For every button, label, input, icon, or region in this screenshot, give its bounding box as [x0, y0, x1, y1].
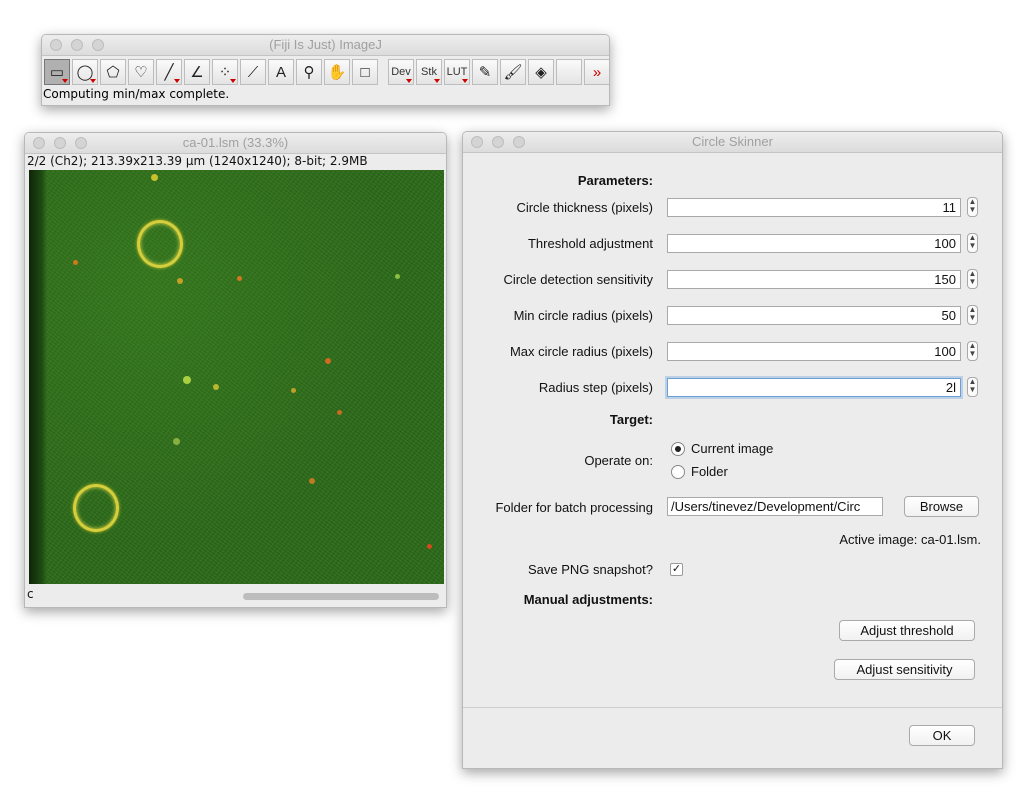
browse-button[interactable]: Browse: [904, 496, 979, 517]
adjust-threshold-button[interactable]: Adjust threshold: [839, 620, 975, 641]
detection-sensitivity-stepper[interactable]: ▲ ▼: [967, 269, 978, 289]
dialog-titlebar[interactable]: Circle Skinner: [463, 132, 1002, 153]
color-picker-icon[interactable]: □: [352, 59, 378, 85]
cell-spot: [213, 384, 219, 390]
flood-fill-icon[interactable]: ◈: [528, 59, 554, 85]
cell-spot: [325, 358, 331, 364]
angle-tool-icon[interactable]: ∠: [184, 59, 210, 85]
circle-thickness-label: Circle thickness (pixels): [516, 200, 653, 215]
cell-spot: [177, 278, 183, 284]
blank-tool-slot[interactable]: [556, 59, 582, 85]
freehand-tool-icon[interactable]: ♡: [128, 59, 154, 85]
zoom-window-button[interactable]: [75, 137, 87, 149]
window-controls: [33, 137, 87, 149]
close-window-button[interactable]: [50, 39, 62, 51]
channel-label: c: [27, 587, 34, 601]
max-radius-field[interactable]: 100: [667, 342, 961, 361]
target-heading: Target:: [609, 412, 653, 427]
point-tool-icon[interactable]: ⁘: [212, 59, 238, 85]
max-radius-stepper[interactable]: ▲ ▼: [967, 341, 978, 361]
brush-tool-icon[interactable]: 🖌: [500, 59, 526, 85]
cell-spot: [151, 174, 158, 181]
dev-menu-button[interactable]: Dev: [388, 59, 414, 85]
active-image-text: Active image: ca-01.lsm.: [839, 532, 981, 547]
circle-skinner-dialog: Circle Skinner Parameters: Circle thickn…: [462, 131, 1003, 769]
line-tool-icon[interactable]: ╱: [156, 59, 182, 85]
imagej-window: (Fiji Is Just) ImageJ ▭ ◯ ⬠ ♡ ╱ ∠ ⁘ ⟋ A ⚲ ✋ □ Dev Stk…: [41, 34, 610, 106]
rectangle-tool-icon[interactable]: ▭: [44, 59, 70, 85]
cell-spot: [427, 544, 432, 549]
hand-tool-icon[interactable]: ✋: [324, 59, 350, 85]
detection-sensitivity-label: Circle detection sensitivity: [503, 272, 653, 287]
polygon-tool-icon[interactable]: ⬠: [100, 59, 126, 85]
detected-circle: [73, 484, 119, 532]
image-info: 2/2 (Ch2); 213.39x213.39 µm (1240x1240);…: [27, 154, 368, 168]
detection-sensitivity-field[interactable]: 150: [667, 270, 961, 289]
image-title: ca-01.lsm (33.3%): [182, 135, 289, 150]
cell-spot: [291, 388, 296, 393]
text-tool-icon[interactable]: A: [268, 59, 294, 85]
window-controls: [50, 39, 104, 51]
cell-spot: [237, 276, 242, 281]
dark-edge: [29, 170, 47, 584]
manual-adjustments-heading: Manual adjustments:: [523, 592, 653, 607]
radius-step-field[interactable]: 2l: [667, 378, 961, 397]
radius-step-label: Radius step (pixels): [538, 380, 653, 395]
operate-on-label: Operate on:: [584, 453, 653, 468]
folder-label[interactable]: Folder: [691, 464, 728, 479]
minimize-window-button[interactable]: [492, 136, 504, 148]
close-window-button[interactable]: [471, 136, 483, 148]
zoom-window-button[interactable]: [92, 39, 104, 51]
adjust-sensitivity-button[interactable]: Adjust sensitivity: [834, 659, 975, 680]
radius-step-stepper[interactable]: ▲ ▼: [967, 377, 978, 397]
parameters-heading: Parameters:: [577, 173, 653, 188]
cell-spot: [173, 438, 180, 445]
folder-radio[interactable]: [671, 465, 685, 479]
imagej-toolbar: ▭ ◯ ⬠ ♡ ╱ ∠ ⁘ ⟋ A ⚲ ✋ □ Dev Stk LUT ✎ 🖌 ◈ »: [44, 59, 609, 85]
cell-spot: [309, 478, 315, 484]
dialog-title: Circle Skinner: [692, 134, 773, 149]
image-titlebar[interactable]: ca-01.lsm (33.3%): [25, 133, 446, 154]
imagej-title: (Fiji Is Just) ImageJ: [269, 37, 382, 52]
lut-menu-button[interactable]: LUT: [444, 59, 470, 85]
image-window: ca-01.lsm (33.3%) 2/2 (Ch2); 213.39x213.…: [24, 132, 447, 608]
cell-spot: [183, 376, 191, 384]
cell-spot: [395, 274, 400, 279]
more-tools-icon[interactable]: »: [584, 59, 609, 85]
current-image-label[interactable]: Current image: [691, 441, 773, 456]
cell-spot: [337, 410, 342, 415]
stk-menu-button[interactable]: Stk: [416, 59, 442, 85]
min-radius-stepper[interactable]: ▲ ▼: [967, 305, 978, 325]
zoom-tool-icon[interactable]: ⚲: [296, 59, 322, 85]
batch-folder-field[interactable]: /Users/tinevez/Development/Circ: [667, 497, 883, 516]
minimize-window-button[interactable]: [71, 39, 83, 51]
detected-circle: [137, 220, 183, 268]
oval-tool-icon[interactable]: ◯: [72, 59, 98, 85]
min-radius-field[interactable]: 50: [667, 306, 961, 325]
wand-tool-icon[interactable]: ⟋: [240, 59, 266, 85]
save-png-checkbox[interactable]: ✓: [670, 563, 683, 576]
dialog-footer: OK: [463, 707, 1002, 768]
batch-folder-label: Folder for batch processing: [495, 500, 653, 515]
zoom-window-button[interactable]: [513, 136, 525, 148]
ok-button[interactable]: OK: [909, 725, 975, 746]
window-controls: [471, 136, 525, 148]
save-png-label: Save PNG snapshot?: [527, 562, 653, 577]
max-radius-label: Max circle radius (pixels): [509, 344, 653, 359]
circle-thickness-stepper[interactable]: ▲ ▼: [967, 197, 978, 217]
channel-scrollbar[interactable]: [243, 593, 439, 600]
cell-spot: [73, 260, 78, 265]
status-text: Computing min/max complete.: [43, 87, 230, 101]
image-canvas[interactable]: [29, 170, 444, 584]
imagej-titlebar[interactable]: (Fiji Is Just) ImageJ: [42, 35, 609, 56]
threshold-adjustment-stepper[interactable]: ▲ ▼: [967, 233, 978, 253]
minimize-window-button[interactable]: [54, 137, 66, 149]
close-window-button[interactable]: [33, 137, 45, 149]
threshold-adjustment-field[interactable]: 100: [667, 234, 961, 253]
min-radius-label: Min circle radius (pixels): [513, 308, 653, 323]
pencil-tool-icon[interactable]: ✎: [472, 59, 498, 85]
circle-thickness-field[interactable]: 11: [667, 198, 961, 217]
threshold-adjustment-label: Threshold adjustment: [527, 236, 653, 251]
current-image-radio[interactable]: [671, 442, 685, 456]
